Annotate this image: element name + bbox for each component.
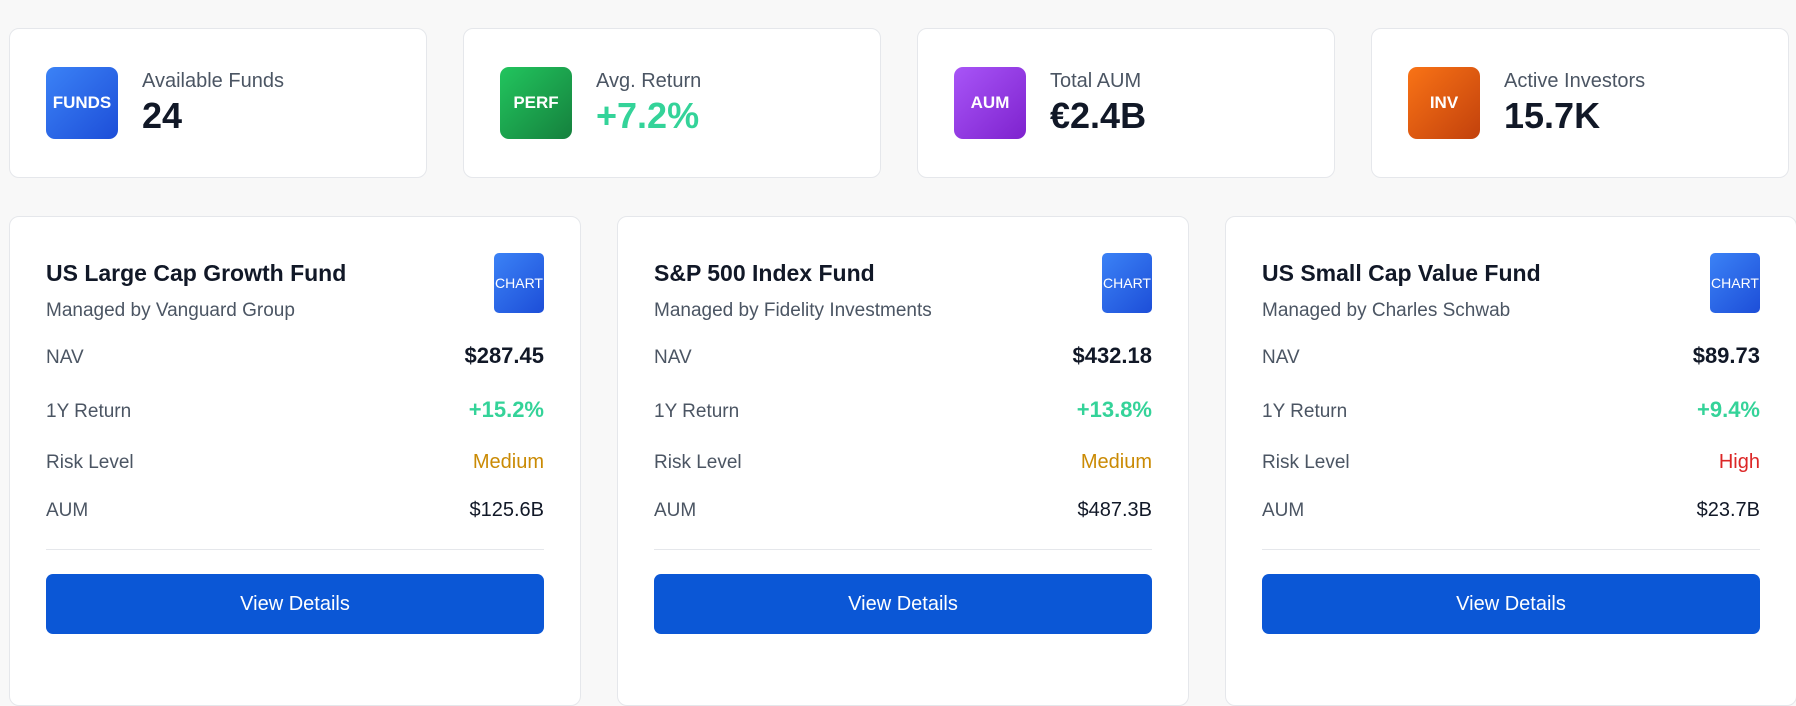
investors-icon: INV xyxy=(1408,67,1480,139)
funds-row: US Large Cap Growth Fund Managed by Vang… xyxy=(9,216,1796,706)
metric-value: +15.2% xyxy=(468,397,544,422)
stat-card-performance: PERF Avg. Return +7.2% xyxy=(463,28,881,178)
stat-label: Active Investors xyxy=(1504,70,1646,92)
metric-label: 1Y Return xyxy=(46,401,132,422)
performance-icon: PERF xyxy=(500,67,572,139)
divider xyxy=(46,549,544,550)
view-details-button[interactable]: View Details xyxy=(1262,574,1760,634)
metric-aum: AUM $125.6B xyxy=(46,499,544,545)
metric-label: NAV xyxy=(654,347,692,368)
view-details-button[interactable]: View Details xyxy=(46,574,544,634)
metric-label: AUM xyxy=(654,500,697,521)
funds-icon: FUNDS xyxy=(46,67,118,139)
metric-label: AUM xyxy=(1262,500,1305,521)
metric-value: +13.8% xyxy=(1076,397,1152,422)
metric-nav: NAV $432.18 xyxy=(654,343,1152,397)
metric-value: $432.18 xyxy=(1072,343,1152,368)
risk-value: High xyxy=(1718,451,1760,473)
divider xyxy=(1262,549,1760,550)
view-details-button[interactable]: View Details xyxy=(654,574,1152,634)
metric-value: $287.45 xyxy=(464,343,544,368)
stat-value: +7.2% xyxy=(596,95,700,136)
metric-label: Risk Level xyxy=(46,452,134,473)
fund-card: S&P 500 Index Fund Managed by Fidelity I… xyxy=(617,216,1189,706)
divider xyxy=(654,549,1152,550)
metric-label: Risk Level xyxy=(1262,452,1350,473)
risk-value: Medium xyxy=(472,451,544,473)
stat-label: Available Funds xyxy=(142,70,284,92)
stat-value: 15.7K xyxy=(1504,95,1601,136)
metric-value: +9.4% xyxy=(1697,397,1760,422)
fund-manager: Managed by Charles Schwab xyxy=(1262,300,1511,321)
stat-card-funds: FUNDS Available Funds 24 xyxy=(9,28,427,178)
chart-icon: CHART xyxy=(1710,253,1760,313)
metric-label: AUM xyxy=(46,500,89,521)
metric-risk: Risk Level Medium xyxy=(46,451,544,499)
metric-value: $487.3B xyxy=(1077,499,1152,521)
metric-return: 1Y Return +15.2% xyxy=(46,397,544,451)
metric-nav: NAV $287.45 xyxy=(46,343,544,397)
stat-label: Total AUM xyxy=(1050,70,1142,92)
fund-name: US Small Cap Value Fund xyxy=(1262,260,1541,286)
chart-icon: CHART xyxy=(494,253,544,313)
stat-card-investors: INV Active Investors 15.7K xyxy=(1371,28,1789,178)
metric-value: $125.6B xyxy=(469,499,544,521)
metric-value: $23.7B xyxy=(1696,499,1760,521)
aum-icon: AUM xyxy=(954,67,1026,139)
metric-return: 1Y Return +9.4% xyxy=(1262,397,1760,451)
metric-label: NAV xyxy=(1262,347,1300,368)
stats-row: FUNDS Available Funds 24 PERF Avg. Retur… xyxy=(9,28,1789,178)
metric-risk: Risk Level Medium xyxy=(654,451,1152,499)
metric-label: NAV xyxy=(46,347,84,368)
fund-card: US Large Cap Growth Fund Managed by Vang… xyxy=(9,216,581,706)
fund-manager: Managed by Fidelity Investments xyxy=(654,300,932,321)
stat-value: €2.4B xyxy=(1050,95,1147,136)
metric-label: 1Y Return xyxy=(654,401,740,422)
metric-return: 1Y Return +13.8% xyxy=(654,397,1152,451)
metric-aum: AUM $487.3B xyxy=(654,499,1152,545)
metric-value: $89.73 xyxy=(1692,343,1760,368)
fund-card: US Small Cap Value Fund Managed by Charl… xyxy=(1225,216,1796,706)
stat-label: Avg. Return xyxy=(596,70,702,92)
metric-nav: NAV $89.73 xyxy=(1262,343,1760,397)
fund-manager: Managed by Vanguard Group xyxy=(46,300,295,321)
fund-name: US Large Cap Growth Fund xyxy=(46,260,347,286)
metric-label: 1Y Return xyxy=(1262,401,1348,422)
chart-icon: CHART xyxy=(1102,253,1152,313)
risk-value: Medium xyxy=(1080,451,1152,473)
metric-risk: Risk Level High xyxy=(1262,451,1760,499)
stat-value: 24 xyxy=(142,95,183,136)
fund-name: S&P 500 Index Fund xyxy=(654,260,875,286)
metric-aum: AUM $23.7B xyxy=(1262,499,1760,545)
stat-card-aum: AUM Total AUM €2.4B xyxy=(917,28,1335,178)
metric-label: Risk Level xyxy=(654,452,742,473)
